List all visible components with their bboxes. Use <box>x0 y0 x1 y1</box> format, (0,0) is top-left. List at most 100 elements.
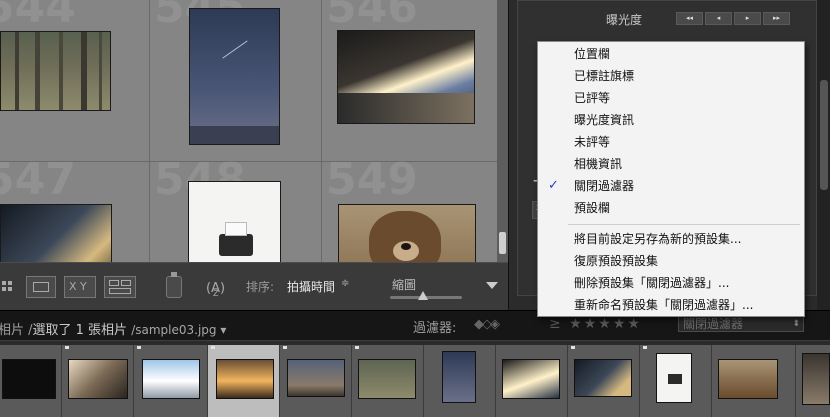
photo-bear[interactable] <box>338 204 476 262</box>
menu-item-label: 曝光度資訊 <box>574 113 635 127</box>
filmstrip-thumb[interactable] <box>142 359 200 399</box>
menu-item-label: 將目前設定另存為新的預設集... <box>574 232 742 246</box>
filmstrip-cell[interactable] <box>280 345 352 417</box>
filmstrip-badge <box>643 346 647 349</box>
menu-item-filters-off[interactable]: ✓ 關閉過濾器 <box>538 175 804 197</box>
filmstrip-cell[interactable] <box>640 345 712 417</box>
filmstrip-cell[interactable] <box>424 345 496 417</box>
menu-item-delete-preset[interactable]: 刪除預設集「關閉過濾器」... <box>538 272 804 294</box>
menu-item-unrated[interactable]: 未評等 <box>538 131 804 153</box>
photo-brick-wall[interactable] <box>0 204 112 262</box>
loupe-view-icon[interactable] <box>26 276 56 298</box>
flag-filter-icon[interactable]: ◆◇◈ <box>474 317 500 332</box>
menu-item-save-as-new-preset[interactable]: 將目前設定另存為新的預設集... <box>538 228 804 250</box>
menu-item-flagged[interactable]: 已標註旗標 <box>538 65 804 87</box>
spray-can-icon[interactable] <box>166 272 182 298</box>
cell-number: 544 <box>0 0 76 33</box>
exposure-increase-large-button[interactable]: ▸▸ <box>763 12 790 25</box>
filmstrip-badge <box>283 346 287 349</box>
cell-number: 547 <box>0 154 76 205</box>
filter-preset-select[interactable]: 關閉過濾器 ⬍ <box>678 316 804 332</box>
checkmark-icon: ✓ <box>548 178 559 193</box>
selection-info: 相片 /選取了 1 張相片 /sample03.jpg ▾ <box>0 319 226 338</box>
compare-view-label: X Y <box>69 280 87 293</box>
menu-item-rename-preset[interactable]: 重新命名預設集「關閉過濾器」... <box>538 294 804 316</box>
filmstrip-thumb[interactable] <box>574 359 632 397</box>
filmstrip-cell[interactable] <box>0 345 62 417</box>
filmstrip-cell-selected[interactable] <box>208 345 280 417</box>
menu-item-location-column[interactable]: 位置欄 <box>538 43 804 65</box>
filter-preset-value: 關閉過濾器 <box>683 317 744 331</box>
menu-separator <box>568 224 800 225</box>
grid-cell[interactable]: 549 <box>322 154 498 262</box>
menu-item-label: 重新命名預設集「關閉過濾器」... <box>574 298 754 312</box>
sort-dropdown[interactable]: 拍攝時間 <box>287 278 335 295</box>
grid-scrollbar[interactable] <box>497 0 508 262</box>
menu-item-label: 復原預設預設集 <box>574 254 659 268</box>
photo-typewriter[interactable] <box>188 181 281 262</box>
filmstrip-thumb[interactable] <box>216 359 274 399</box>
filmstrip-cell[interactable] <box>568 345 640 417</box>
grid-cell[interactable]: 544 <box>0 0 150 162</box>
exposure-buttons: ◂◂ ◂ ▸ ▸▸ <box>676 12 790 25</box>
grid-scroll-thumb[interactable] <box>499 232 506 254</box>
survey-view-icon[interactable] <box>104 276 136 298</box>
filmstrip-cell[interactable] <box>134 345 208 417</box>
exposure-increase-button[interactable]: ▸ <box>734 12 761 25</box>
grid-cell[interactable]: 545 <box>150 0 322 162</box>
grid-view-icon[interactable] <box>0 276 14 298</box>
right-scroll-thumb[interactable] <box>820 80 828 190</box>
filter-label: 過濾器: <box>413 321 457 336</box>
filmstrip-cell[interactable] <box>712 345 796 417</box>
filmstrip-thumb[interactable] <box>2 359 56 399</box>
cell-number: 549 <box>326 154 418 205</box>
right-panel-scrollbar[interactable] <box>817 0 830 310</box>
toolbar-menu-chevron-down-icon[interactable] <box>486 282 498 289</box>
sort-label: 排序: <box>246 280 275 294</box>
menu-item-label: 未評等 <box>574 135 611 149</box>
sort-direction-icon[interactable]: (A) Z <box>204 276 234 298</box>
source-prefix[interactable]: 相片 / <box>0 323 33 338</box>
grid-cell[interactable]: 548 <box>150 154 322 262</box>
menu-item-rated[interactable]: 已評等 <box>538 87 804 109</box>
menu-item-label: 預設欄 <box>574 201 611 215</box>
menu-item-restore-default-presets[interactable]: 復原預設預設集 <box>538 250 804 272</box>
sort-dropdown-arrow-icon[interactable]: ≑ <box>341 278 349 289</box>
filmstrip-cell[interactable] <box>496 345 568 417</box>
filmstrip-cell[interactable] <box>62 345 134 417</box>
exposure-decrease-large-button[interactable]: ◂◂ <box>676 12 703 25</box>
compare-view-button[interactable]: X Y <box>64 276 96 298</box>
svg-text:Z: Z <box>213 289 219 298</box>
rating-filter-stars[interactable]: ≥ ★★★★★ <box>549 316 642 332</box>
filmstrip-thumb[interactable] <box>502 359 560 399</box>
photo-train-station[interactable] <box>337 30 475 124</box>
filmstrip-cell[interactable] <box>796 345 830 417</box>
menu-item-label: 刪除預設集「關閉過濾器」... <box>574 276 730 290</box>
grid-cell[interactable]: 546 <box>322 0 498 162</box>
filmstrip-thumb[interactable] <box>287 359 345 397</box>
menu-item-exposure-info[interactable]: 曝光度資訊 <box>538 109 804 131</box>
filter-preset-context-menu: 位置欄 已標註旗標 已評等 曝光度資訊 未評等 相機資訊 ✓ 關閉過濾器 預設欄… <box>537 41 805 317</box>
filmstrip-badge <box>355 346 359 349</box>
filmstrip-badge <box>65 346 69 349</box>
menu-item-camera-info[interactable]: 相機資訊 <box>538 153 804 175</box>
photo-forest[interactable] <box>0 31 111 111</box>
grid-cell[interactable]: 547 <box>0 154 150 262</box>
filmstrip-thumb[interactable] <box>656 353 692 403</box>
thumbnail-size-label: 縮圖 <box>392 278 417 292</box>
thumbnail-size-slider-knob[interactable] <box>418 291 428 300</box>
photo-grid: 544 545 546 547 548 549 <box>0 0 508 262</box>
filmstrip-thumb[interactable] <box>802 353 830 405</box>
filmstrip-thumb[interactable] <box>358 359 416 399</box>
menu-item-default-columns[interactable]: 預設欄 <box>538 197 804 219</box>
filmstrip-thumb[interactable] <box>442 351 476 403</box>
selected-filename[interactable]: /sample03.jpg ▾ <box>131 323 226 337</box>
filmstrip-cell[interactable] <box>352 345 424 417</box>
filmstrip-badge <box>571 346 575 349</box>
cell-number: 546 <box>326 0 418 33</box>
filmstrip-thumb[interactable] <box>718 359 778 399</box>
photo-starry-sky[interactable] <box>189 8 280 145</box>
menu-item-label: 關閉過濾器 <box>574 179 635 193</box>
filmstrip-thumb[interactable] <box>68 359 128 399</box>
exposure-decrease-button[interactable]: ◂ <box>705 12 732 25</box>
